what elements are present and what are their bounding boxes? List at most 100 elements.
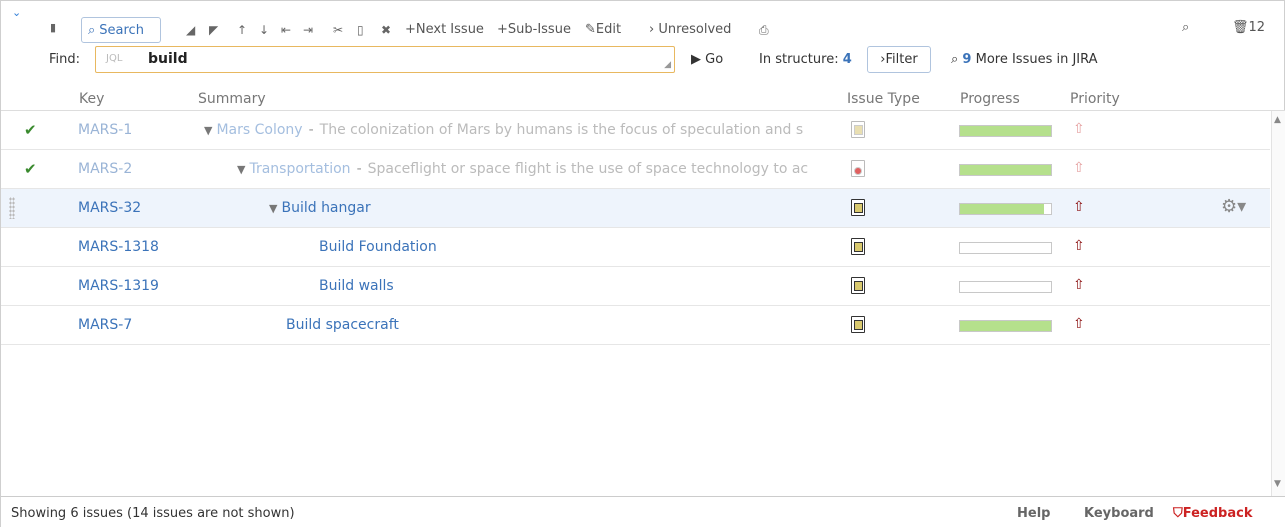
issue-summary[interactable]: ▼ Mars Colony - The colonization of Mars by…: [204, 122, 834, 138]
move-up-left-icon[interactable]: ◢: [186, 20, 195, 40]
issue-type-icon: [851, 199, 865, 216]
trash-count: 12: [1248, 20, 1266, 35]
print-icon[interactable]: ⎙: [759, 20, 769, 40]
unresolved-label: Unresolved: [658, 22, 732, 37]
more-issues-count: 9: [962, 52, 972, 67]
resolved-check-icon: ✔: [24, 121, 37, 139]
summary-separator: -: [308, 122, 314, 138]
progress-bar: [959, 164, 1052, 176]
issue-type-icon: [851, 160, 865, 177]
move-down-right-icon[interactable]: ◤: [209, 20, 218, 40]
priority-icon: ⇧: [1073, 238, 1085, 254]
structure-panel: ⌄ ▮ ⌕ Search ◢ ◤ ↑ ↓ ⇤ ⇥ ✂ ▯ ✖ +Next Iss…: [0, 0, 1285, 528]
find-label: Find:: [49, 52, 81, 67]
issue-summary[interactable]: ▼ Build hangar: [269, 200, 829, 216]
progress-fill: [960, 165, 1051, 175]
issue-title: Mars Colony: [216, 122, 303, 138]
feedback-link[interactable]: ⛉Feedback: [1173, 506, 1253, 521]
resize-grip-icon[interactable]: ◢: [664, 60, 671, 70]
table-row[interactable]: ✔ MARS-2 ▼ Transportation - Spaceflight or …: [1, 150, 1270, 189]
issue-type-icon: [851, 277, 865, 294]
pin-icon[interactable]: ▮: [50, 21, 56, 34]
more-issues-link[interactable]: ⌕ 9 More Issues in JIRA: [951, 52, 1098, 67]
in-structure-label: In structure:: [759, 52, 839, 67]
issue-title: Build walls: [319, 278, 394, 294]
search-icon: ⌕: [88, 22, 96, 38]
arrow-down-icon[interactable]: ↓: [259, 20, 269, 40]
in-structure-indicator: In structure: 4: [759, 52, 852, 67]
feedback-label: Feedback: [1182, 506, 1253, 521]
sub-issue-button[interactable]: +Sub-Issue: [497, 20, 571, 40]
unresolved-button[interactable]: › Unresolved: [649, 20, 731, 40]
table-row[interactable]: MARS-1318 Build Foundation ⇧: [1, 228, 1270, 267]
collapse-toolbar-icon[interactable]: ⌄: [12, 7, 24, 18]
delete-icon[interactable]: ✖: [381, 20, 391, 40]
progress-fill: [960, 321, 1051, 331]
column-header-summary[interactable]: Summary: [198, 91, 266, 107]
column-header-priority[interactable]: Priority: [1070, 91, 1120, 107]
expand-caret-icon[interactable]: ▼: [204, 124, 212, 137]
paste-icon[interactable]: ▯: [357, 20, 364, 40]
search-icon: ⌕: [951, 52, 963, 67]
search-icon[interactable]: ⌕: [1182, 20, 1189, 35]
chevron-right-icon: ›: [649, 22, 659, 37]
filter-button[interactable]: › Filter: [867, 46, 931, 73]
search-button[interactable]: ⌕ Search: [81, 17, 161, 43]
filter-label: Filter: [885, 52, 918, 67]
issue-title: Build hangar: [281, 200, 371, 216]
issue-summary[interactable]: ▼ Transportation - Spaceflight or space fli…: [237, 161, 834, 177]
issue-key[interactable]: MARS-32: [78, 200, 141, 216]
issue-key[interactable]: MARS-7: [78, 317, 132, 333]
priority-icon: ⇧: [1073, 316, 1085, 332]
issue-type-icon: [851, 238, 865, 255]
priority-icon: ⇧: [1073, 199, 1085, 215]
more-issues-label: More Issues in JIRA: [975, 52, 1098, 67]
progress-bar: [959, 320, 1052, 332]
table-row[interactable]: MARS-32 ▼ Build hangar ⇧ ⚙▾: [1, 189, 1270, 228]
expand-caret-icon[interactable]: ▼: [237, 163, 245, 176]
status-text: Showing 6 issues (14 issues are not show…: [11, 506, 295, 521]
arrow-up-icon[interactable]: ↑: [237, 20, 247, 40]
issue-type-icon: [851, 316, 865, 333]
column-header-key[interactable]: Key: [79, 91, 104, 107]
find-input-value: build: [148, 51, 188, 67]
progress-bar: [959, 242, 1052, 254]
issue-summary[interactable]: Build spacecraft: [286, 317, 826, 333]
progress-fill: [960, 204, 1044, 214]
keyboard-link[interactable]: Keyboard: [1084, 506, 1154, 521]
gear-icon[interactable]: ⚙▾: [1221, 196, 1246, 217]
jql-tag: JQL: [106, 53, 123, 64]
issue-key[interactable]: MARS-2: [78, 161, 132, 177]
edit-button[interactable]: ✎Edit: [585, 20, 621, 40]
priority-icon: ⇧: [1073, 160, 1085, 176]
issue-key[interactable]: MARS-1319: [78, 278, 159, 294]
progress-fill: [960, 126, 1051, 136]
cut-icon[interactable]: ✂: [333, 20, 343, 40]
edit-button-label: Edit: [595, 22, 622, 37]
go-button[interactable]: ▶ Go: [691, 52, 723, 67]
edit-icon: ✎: [585, 22, 596, 37]
issue-summary[interactable]: Build Foundation: [319, 239, 829, 255]
vertical-scrollbar[interactable]: [1271, 111, 1285, 496]
column-header-issue-type[interactable]: Issue Type: [847, 91, 920, 107]
table-row[interactable]: ✔ MARS-1 ▼ Mars Colony - The colonization o…: [1, 111, 1270, 150]
table-row[interactable]: MARS-7 Build spacecraft ⇧: [1, 306, 1270, 345]
scroll-down-icon[interactable]: ▼: [1274, 479, 1281, 489]
scroll-up-icon[interactable]: ▲: [1274, 115, 1281, 125]
issue-key[interactable]: MARS-1: [78, 122, 132, 138]
find-input[interactable]: JQL build ◢: [95, 46, 675, 73]
in-structure-count[interactable]: 4: [843, 52, 852, 67]
expand-caret-icon[interactable]: ▼: [269, 202, 277, 215]
help-link[interactable]: Help: [1017, 506, 1050, 521]
issue-summary[interactable]: Build walls: [319, 278, 829, 294]
feedback-icon: ⛉: [1173, 506, 1183, 521]
drag-handle-icon[interactable]: [9, 197, 15, 219]
column-header-progress[interactable]: Progress: [960, 91, 1020, 107]
outdent-icon[interactable]: ⇤: [281, 20, 291, 40]
next-issue-button[interactable]: +Next Issue: [405, 20, 484, 40]
trash-button[interactable]: 🗑12: [1232, 20, 1265, 35]
indent-icon[interactable]: ⇥: [303, 20, 313, 40]
summary-separator: -: [356, 161, 362, 177]
table-row[interactable]: MARS-1319 Build walls ⇧: [1, 267, 1270, 306]
issue-key[interactable]: MARS-1318: [78, 239, 159, 255]
